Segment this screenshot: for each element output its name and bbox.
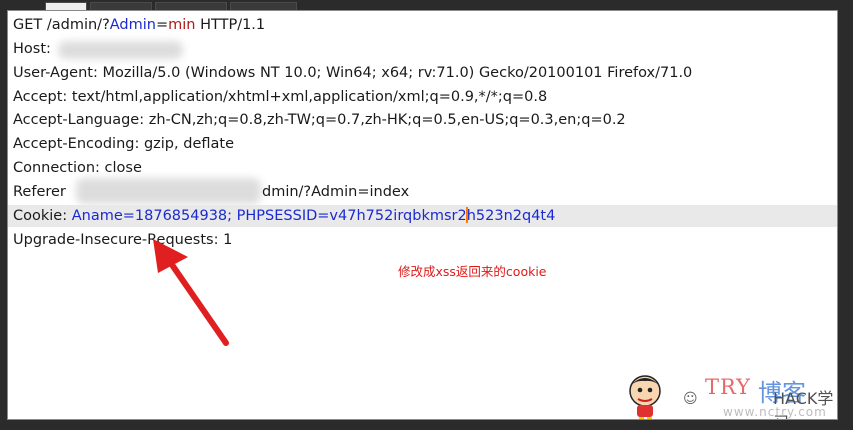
tab-strip	[0, 0, 853, 11]
request-editor[interactable]: GET /admin/?Admin=min HTTP/1.1 Host: Use…	[7, 10, 838, 420]
annotation-note: 修改成xss返回来的cookie	[398, 264, 547, 279]
watermark-url: www.nctry.com	[723, 405, 827, 419]
watermark-title: TRY	[705, 375, 752, 399]
right-gutter	[838, 10, 853, 420]
mascot-icon	[629, 375, 661, 419]
arrow-annotation	[153, 239, 229, 346]
wechat-icon: ☺	[683, 391, 698, 407]
watermark: ☺ TRY 博客 HACK学习 www.nctry.com	[623, 371, 837, 419]
arrow-shaft	[165, 256, 229, 346]
